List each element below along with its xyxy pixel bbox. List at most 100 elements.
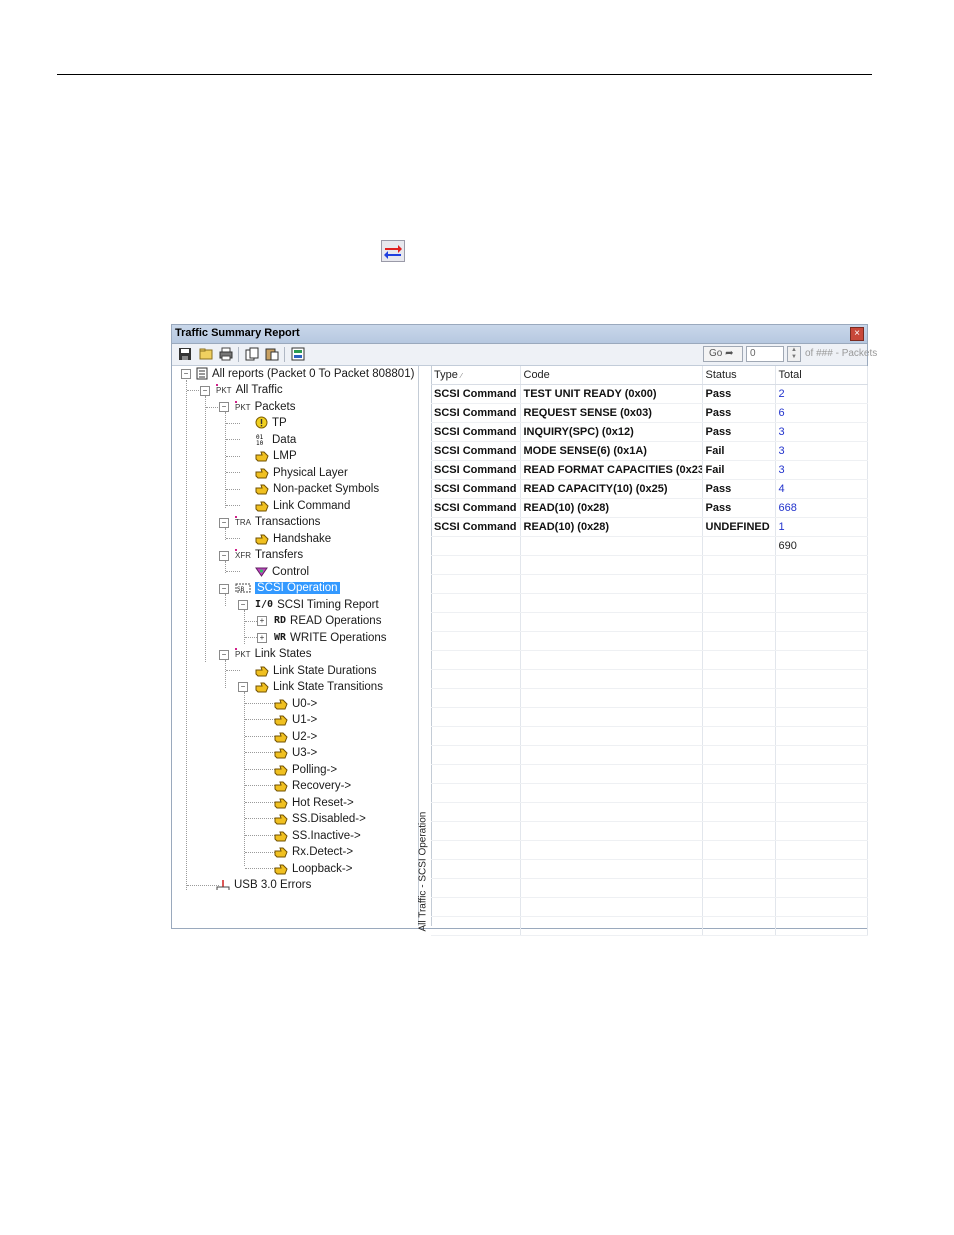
tree-item-non-packet-symbols[interactable]: Non-packet Symbols xyxy=(255,481,379,497)
tree-item-control[interactable]: Control xyxy=(255,564,309,580)
empty-row xyxy=(431,574,868,594)
collapse-toggle[interactable]: − xyxy=(219,584,229,594)
column-header-status[interactable]: Status xyxy=(702,366,776,385)
tree-item-transition[interactable]: Rx.Detect-> xyxy=(274,844,353,860)
close-icon[interactable]: × xyxy=(850,327,864,341)
paste-icon[interactable] xyxy=(265,347,279,361)
cell-code: READ FORMAT CAPACITIES (0x23) xyxy=(520,460,703,480)
tree-item-transition[interactable]: SS.Disabled-> xyxy=(274,811,366,827)
tree-item-transition[interactable]: U3-> xyxy=(274,745,317,761)
collapse-toggle[interactable]: − xyxy=(200,386,210,396)
cell-type: SCSI Command xyxy=(431,384,521,404)
empty-row xyxy=(431,764,868,784)
empty-row xyxy=(431,555,868,575)
empty-row xyxy=(431,688,868,708)
tree-label: Link State Transitions xyxy=(273,681,383,693)
hand-pointer-icon xyxy=(274,781,288,792)
collapse-toggle[interactable]: − xyxy=(238,600,248,610)
cell-status: Fail xyxy=(702,441,776,461)
table-row[interactable]: SCSI Command REQUEST SENSE (0x03) Pass 6 xyxy=(431,403,868,423)
tree-item-link-state-transitions[interactable]: Link State Transitions xyxy=(255,679,383,695)
print-icon[interactable] xyxy=(219,347,233,361)
tree-item-transition[interactable]: Recovery-> xyxy=(274,778,351,794)
table-row[interactable]: SCSI Command READ(10) (0x28) UNDEFINED 1 xyxy=(431,517,868,537)
xfr-icon: XFR xyxy=(235,551,251,560)
export-report-icon[interactable] xyxy=(291,347,305,361)
tree-item-link-state-durations[interactable]: Link State Durations xyxy=(255,663,377,679)
tree-item-transition[interactable]: SS.Inactive-> xyxy=(274,828,361,844)
tree-item-all-traffic[interactable]: PKT All Traffic xyxy=(216,382,283,398)
tree-item-read-operations[interactable]: RD READ Operations xyxy=(274,613,381,629)
empty-row xyxy=(431,707,868,727)
copy-icon[interactable] xyxy=(245,347,259,361)
table-row[interactable]: SCSI Command READ(10) (0x28) Pass 668 xyxy=(431,498,868,518)
empty-row xyxy=(431,726,868,746)
hand-pointer-icon xyxy=(274,699,288,710)
expand-toggle[interactable]: + xyxy=(257,633,267,643)
tree-item-handshake[interactable]: Handshake xyxy=(255,531,331,547)
collapse-toggle[interactable]: − xyxy=(238,682,248,692)
collapse-toggle[interactable]: − xyxy=(219,551,229,561)
hand-pointer-icon xyxy=(255,484,269,495)
tree-item-transactions[interactable]: TRA Transactions xyxy=(235,514,320,530)
table-row[interactable]: SCSI Command READ CAPACITY(10) (0x25) Pass… xyxy=(431,479,868,499)
cell-code: TEST UNIT READY (0x00) xyxy=(520,384,703,404)
tree-item-transition[interactable]: U2-> xyxy=(274,729,317,745)
tree-item-transition[interactable]: Loopback-> xyxy=(274,861,352,877)
column-header-type[interactable]: Type ⁄ xyxy=(431,366,521,385)
collapse-toggle[interactable]: − xyxy=(219,402,229,412)
tree-item-link-command[interactable]: Link Command xyxy=(255,498,350,514)
empty-row xyxy=(431,916,868,936)
tree-item-transition[interactable]: Polling-> xyxy=(274,762,337,778)
tree-label: U0-> xyxy=(292,698,318,710)
table-row[interactable]: SCSI Command INQUIRY(SPC) (0x12) Pass 3 xyxy=(431,422,868,442)
expand-toggle[interactable]: + xyxy=(257,616,267,626)
empty-row xyxy=(431,669,868,689)
tree-item-link-states[interactable]: PKT Link States xyxy=(235,646,311,662)
collapse-toggle[interactable]: − xyxy=(219,518,229,528)
svg-text:SB: SB xyxy=(237,586,245,593)
tree-item-usb-errors[interactable]: USB 3.0 Errors xyxy=(216,877,311,893)
window-titlebar: Traffic Summary Report × xyxy=(172,325,867,344)
table-row[interactable]: SCSI Command TEST UNIT READY (0x00) Pass 2 xyxy=(431,384,868,404)
collapse-toggle[interactable]: − xyxy=(219,650,229,660)
packet-navigation: Go ➦ 0 ▲ ▼ of ### - Packets xyxy=(691,346,877,363)
tree-item-lmp[interactable]: LMP xyxy=(255,448,297,464)
collapse-toggle[interactable]: − xyxy=(181,369,191,379)
tree-item-transition[interactable]: U1-> xyxy=(274,712,317,728)
spinner-arrows-icon[interactable]: ▲ ▼ xyxy=(787,346,801,362)
hand-pointer-icon xyxy=(274,765,288,776)
open-folder-icon[interactable] xyxy=(199,347,213,361)
grand-total: 690 xyxy=(775,536,868,556)
packet-number-input[interactable]: 0 xyxy=(746,346,784,362)
table-row[interactable]: SCSI Command MODE SENSE(6) (0x1A) Fail 3 xyxy=(431,441,868,461)
cell-status: Pass xyxy=(702,403,776,423)
tree-item-data[interactable]: 01 10 Data xyxy=(255,432,296,448)
tree-item-transition[interactable]: U0-> xyxy=(274,696,317,712)
tree-item-physical-layer[interactable]: Physical Layer xyxy=(255,465,348,481)
hand-pointer-icon xyxy=(274,814,288,825)
toolbar-separator xyxy=(238,347,239,362)
column-header-total[interactable]: Total xyxy=(775,366,868,385)
cell-type: SCSI Command xyxy=(431,498,521,518)
tp-warning-icon xyxy=(255,416,268,429)
header-rule xyxy=(57,74,872,75)
tree-item-tp[interactable]: TP xyxy=(255,415,287,431)
go-button[interactable]: Go ➦ xyxy=(703,346,743,362)
tree-item-all-reports[interactable]: All reports (Packet 0 To Packet 808801) xyxy=(196,366,414,382)
tree-label: U1-> xyxy=(292,714,318,726)
tree-item-write-operations[interactable]: WR WRITE Operations xyxy=(274,630,387,646)
tree-label: Loopback-> xyxy=(292,863,353,875)
table-row[interactable]: SCSI Command READ FORMAT CAPACITIES (0x23… xyxy=(431,460,868,480)
tree-item-scsi-operation[interactable]: SB SCSI Operation xyxy=(235,580,340,596)
tree-item-transfers[interactable]: XFR Transfers xyxy=(235,547,303,563)
save-icon[interactable] xyxy=(178,347,192,361)
column-header-code[interactable]: Code xyxy=(520,366,703,385)
tree-item-transition[interactable]: Hot Reset-> xyxy=(274,795,354,811)
tree-item-packets[interactable]: PKT Packets xyxy=(235,399,295,415)
empty-row xyxy=(431,650,868,670)
empty-row xyxy=(431,821,868,841)
tree-item-scsi-timing-report[interactable]: I/0 SCSI Timing Report xyxy=(255,597,379,613)
cell-type: SCSI Command xyxy=(431,403,521,423)
cell-status: UNDEFINED xyxy=(702,517,776,537)
